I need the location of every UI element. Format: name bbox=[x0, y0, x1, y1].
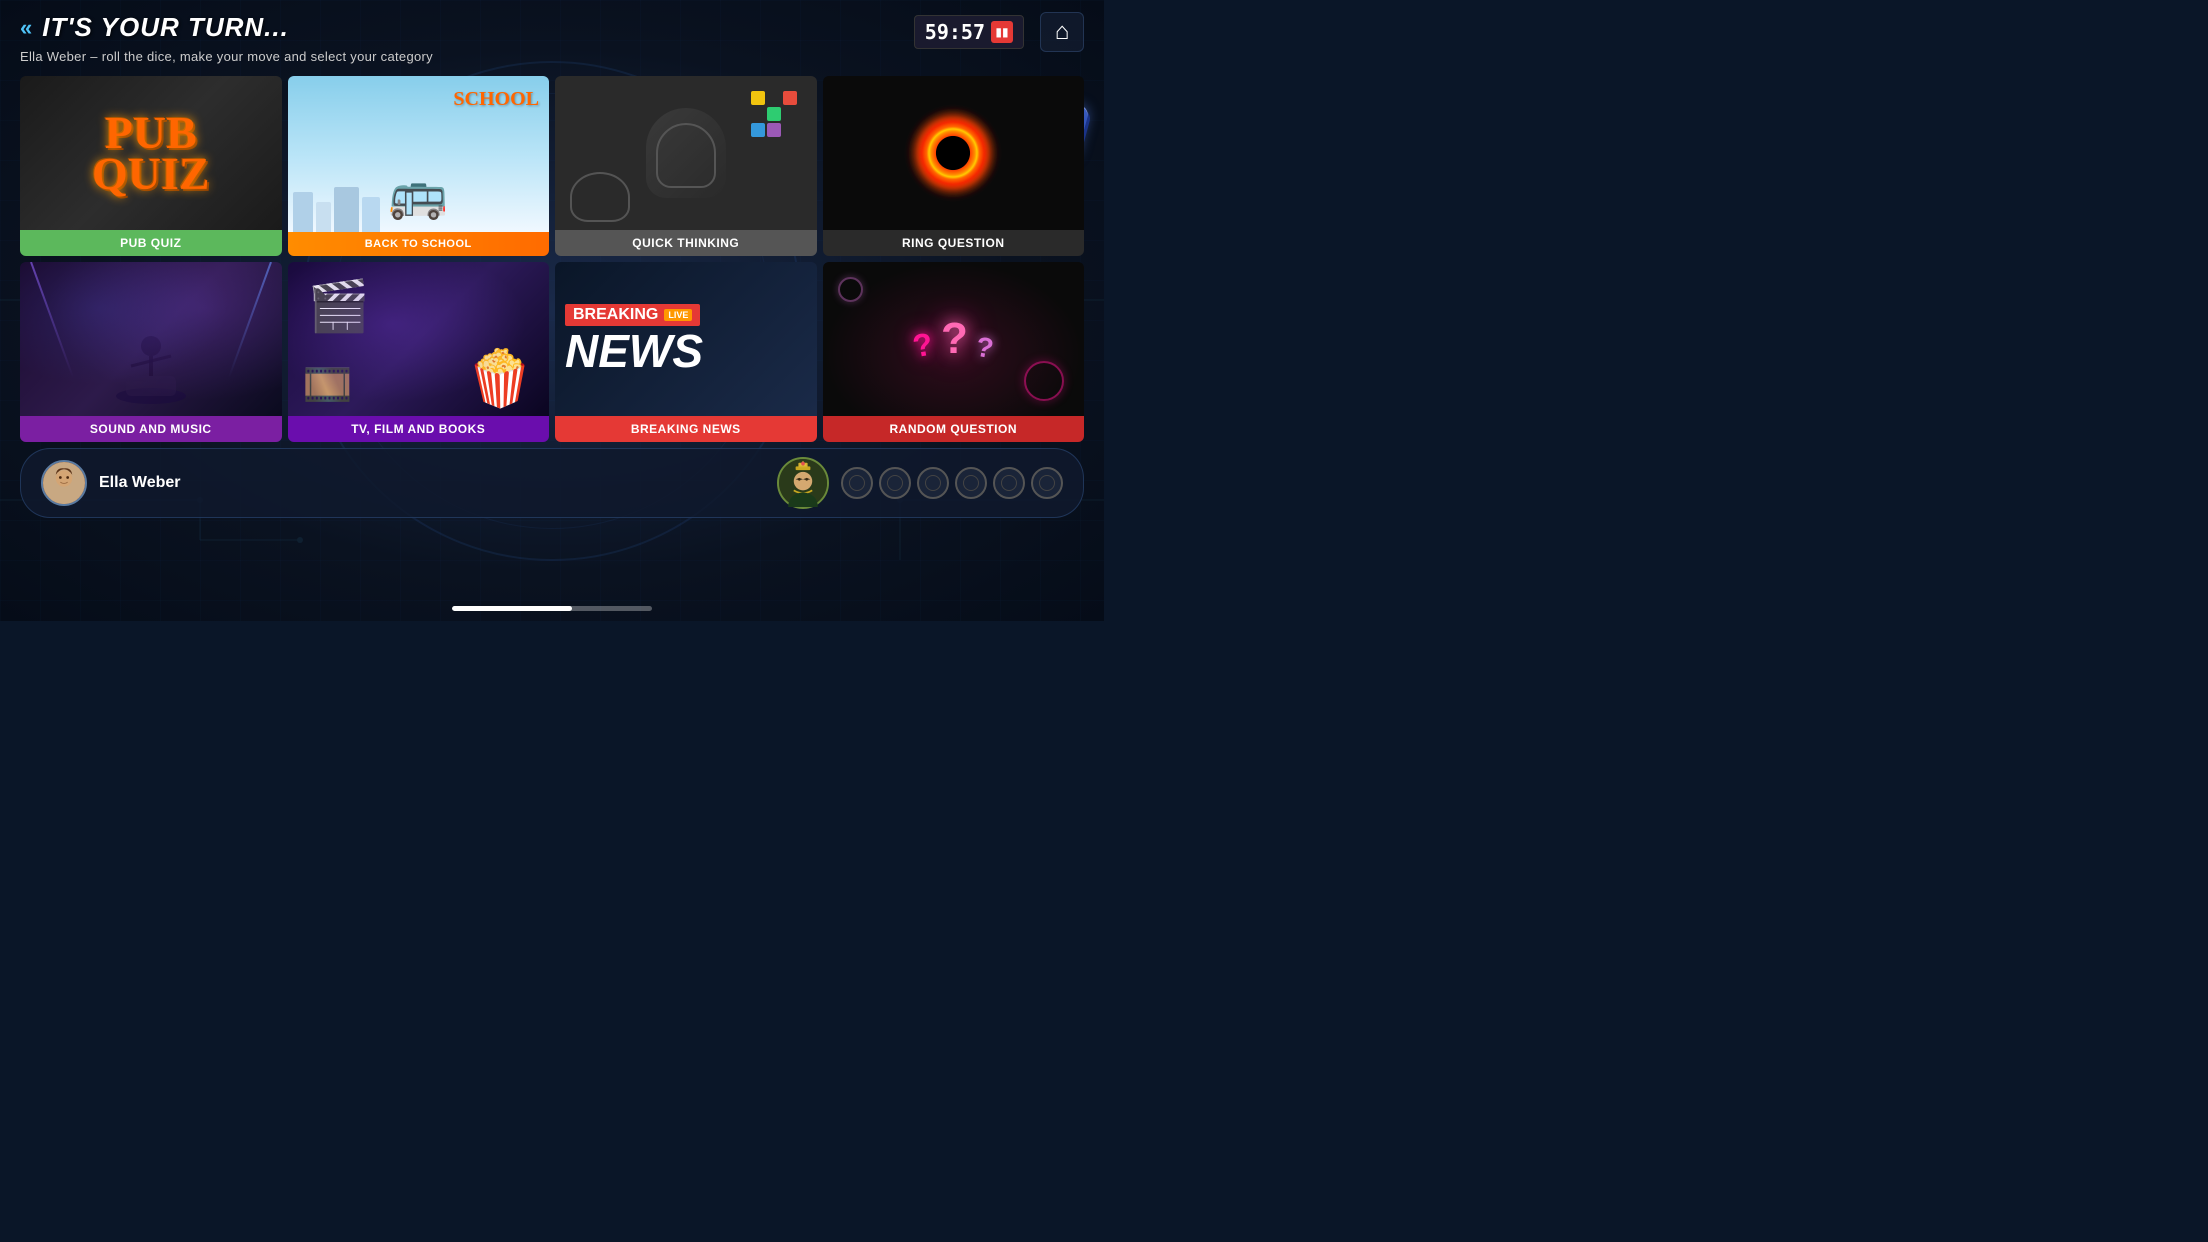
random-image: ? ? ? bbox=[823, 262, 1085, 416]
progress-bar-container bbox=[452, 606, 652, 611]
music-scene bbox=[20, 262, 282, 416]
random-content: ? ? ? bbox=[823, 262, 1085, 416]
random-label: RANDOM QUESTION bbox=[823, 416, 1085, 442]
tetris-empty-4 bbox=[783, 123, 797, 137]
token-inner-5 bbox=[1001, 475, 1017, 491]
school-content: SCHOOL 🚌 bbox=[288, 76, 550, 232]
category-quick-thinking[interactable]: QUICK THINKING bbox=[555, 76, 817, 256]
quick-thinking-label: QUICK THINKING bbox=[555, 230, 817, 256]
chevron-icon: « bbox=[20, 17, 32, 39]
pause-button[interactable]: ▮▮ bbox=[991, 21, 1013, 43]
breaking-news-label: BREAKING NEWS bbox=[555, 416, 817, 442]
category-sound-music[interactable]: SOUND AND MUSIC bbox=[20, 262, 282, 442]
tv-film-image: 🍿 🎬 🎞️ bbox=[288, 262, 550, 416]
pause-icon: ▮▮ bbox=[995, 25, 1008, 39]
tv-film-label: TV, FILM AND BOOKS bbox=[288, 416, 550, 442]
token-inner-4 bbox=[963, 475, 979, 491]
token-6 bbox=[1031, 467, 1063, 499]
category-random[interactable]: ? ? ? RANDOM QUESTION bbox=[823, 262, 1085, 442]
home-button[interactable]: ⌂ bbox=[1040, 12, 1084, 52]
category-back-to-school[interactable]: SCHOOL 🚌 BACK TO SCHOOL bbox=[288, 76, 550, 256]
back-to-school-label: BACK TO SCHOOL bbox=[288, 232, 550, 256]
category-pub-quiz[interactable]: PUBQUIZ PUB QUIZ bbox=[20, 76, 282, 256]
news-content: BREAKING LIVE NEWS bbox=[555, 294, 817, 384]
sound-music-image bbox=[20, 262, 282, 416]
token-inner-2 bbox=[887, 475, 903, 491]
tetris-purple bbox=[767, 123, 781, 137]
timer-value: 59:57 bbox=[925, 20, 985, 44]
home-icon: ⌂ bbox=[1055, 18, 1070, 46]
brain-visual bbox=[555, 76, 817, 230]
tetris-yellow bbox=[751, 91, 765, 105]
progress-fill bbox=[452, 606, 572, 611]
sound-music-label: SOUND AND MUSIC bbox=[20, 416, 282, 442]
breaking-text: BREAKING bbox=[573, 306, 658, 324]
score-tokens bbox=[841, 467, 1063, 499]
tetris-green bbox=[767, 107, 781, 121]
tetris-red bbox=[783, 91, 797, 105]
player-bar: Ella Weber bbox=[20, 448, 1084, 518]
breaking-badge: BREAKING LIVE bbox=[565, 304, 700, 326]
news-word: NEWS bbox=[565, 328, 703, 374]
school-title-text: SCHOOL bbox=[453, 88, 539, 111]
header: « IT'S YOUR TURN... Ella Weber – roll th… bbox=[0, 0, 1104, 72]
token-inner-3 bbox=[925, 475, 941, 491]
category-tv-film[interactable]: 🍿 🎬 🎞️ TV, FILM AND BOOKS bbox=[288, 262, 550, 442]
header-left: « IT'S YOUR TURN... Ella Weber – roll th… bbox=[20, 12, 433, 64]
token-2 bbox=[879, 467, 911, 499]
progress-bar bbox=[452, 606, 652, 611]
quick-thinking-image bbox=[555, 76, 817, 230]
tetris-pieces bbox=[751, 91, 797, 137]
player-left: Ella Weber bbox=[41, 460, 181, 506]
tetris-empty-3 bbox=[783, 107, 797, 121]
tetris-empty-2 bbox=[751, 107, 765, 121]
live-badge: LIVE bbox=[664, 309, 692, 321]
character-avatar bbox=[777, 457, 829, 509]
tetris-blue bbox=[751, 123, 765, 137]
pub-quiz-label: PUB QUIZ bbox=[20, 230, 282, 256]
player-avatar bbox=[41, 460, 87, 506]
ring-question-image bbox=[823, 76, 1085, 230]
token-3 bbox=[917, 467, 949, 499]
back-to-school-image: SCHOOL 🚌 bbox=[288, 76, 550, 232]
turn-title-area: « IT'S YOUR TURN... bbox=[20, 12, 433, 43]
category-ring-question[interactable]: RING QUESTION bbox=[823, 76, 1085, 256]
token-1 bbox=[841, 467, 873, 499]
pub-quiz-image: PUBQUIZ bbox=[20, 76, 282, 230]
pub-quiz-text: PUBQUIZ bbox=[92, 112, 210, 195]
token-inner-6 bbox=[1039, 475, 1055, 491]
player-right bbox=[777, 457, 1063, 509]
subtitle-text: Ella Weber – roll the dice, make your mo… bbox=[20, 49, 433, 64]
token-4 bbox=[955, 467, 987, 499]
ring-question-label: RING QUESTION bbox=[823, 230, 1085, 256]
film-content: 🍿 🎬 🎞️ bbox=[288, 262, 550, 416]
timer-box: 59:57 ▮▮ bbox=[914, 15, 1024, 49]
header-right: 59:57 ▮▮ ⌂ bbox=[914, 12, 1084, 52]
categories-grid: PUBQUIZ PUB QUIZ SCHOOL 🚌 BACK TO SCHOOL bbox=[0, 76, 1104, 442]
tetris-empty-1 bbox=[767, 91, 781, 105]
breaking-news-image: BREAKING LIVE NEWS bbox=[555, 262, 817, 416]
player-name: Ella Weber bbox=[99, 474, 181, 492]
turn-title: IT'S YOUR TURN... bbox=[42, 12, 289, 43]
token-inner-1 bbox=[849, 475, 865, 491]
category-breaking-news[interactable]: BREAKING LIVE NEWS BREAKING NEWS bbox=[555, 262, 817, 442]
token-5 bbox=[993, 467, 1025, 499]
